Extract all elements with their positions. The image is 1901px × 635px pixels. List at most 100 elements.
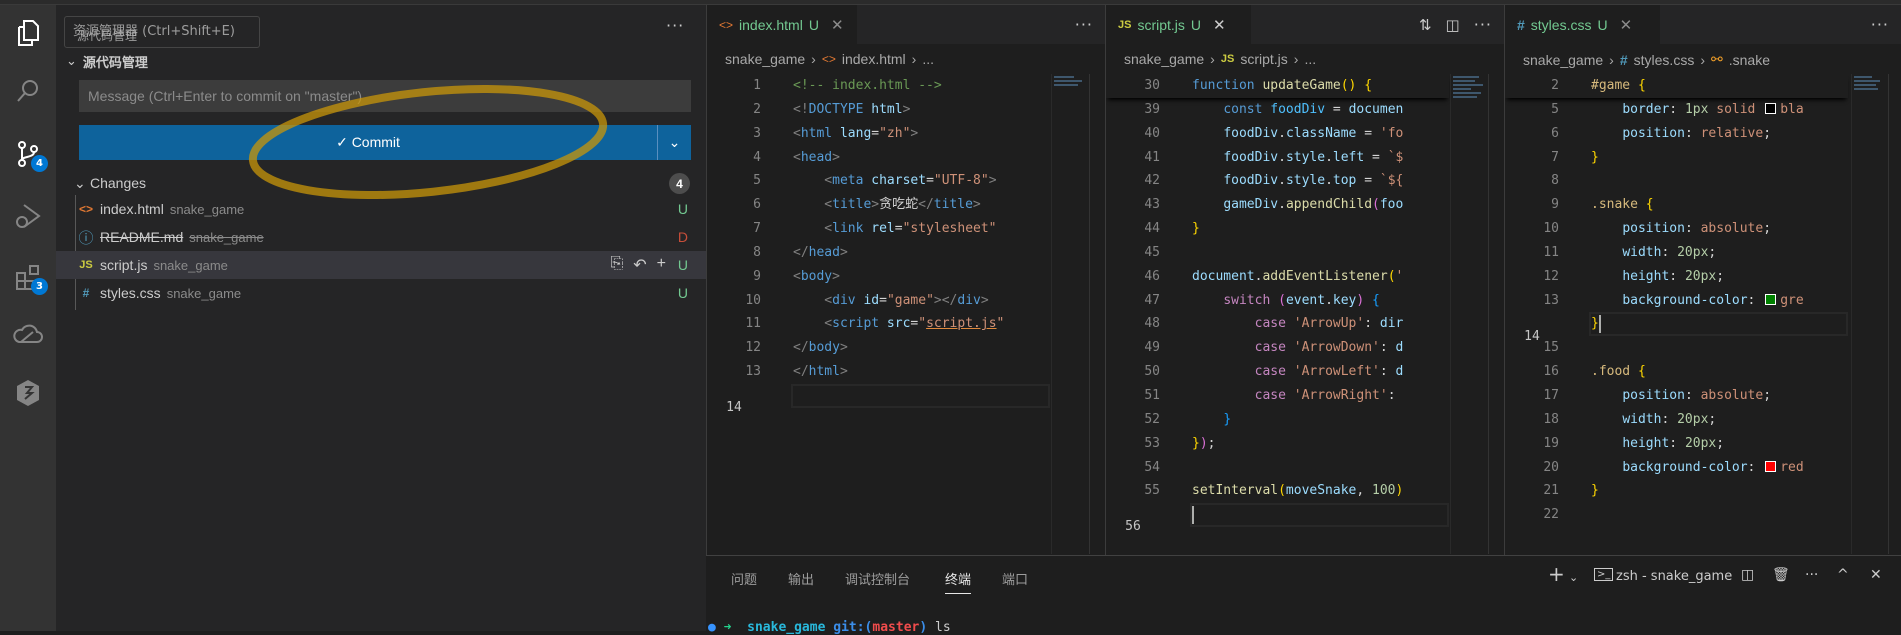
more-actions-icon[interactable]: ··· (666, 16, 684, 35)
code-line[interactable]: 56 (1106, 503, 1449, 534)
change-row-index-html[interactable]: <> index.html snake_game U (56, 195, 706, 223)
split-editor-icon[interactable]: ◫ (1446, 16, 1460, 34)
code-line[interactable]: 12 </body> (707, 336, 1050, 360)
activity-run-debug[interactable] (0, 192, 56, 240)
chevron-down-icon[interactable]: ⌄ (1569, 571, 1578, 584)
more-actions-icon[interactable]: ··· (1805, 567, 1818, 583)
code-line[interactable]: 45 (1106, 241, 1449, 265)
code-line[interactable]: 46 document.addEventListener(' (1106, 265, 1449, 289)
crumb-file[interactable]: script.js (1240, 51, 1287, 67)
change-row-styles-css[interactable]: # styles.css snake_game U (56, 279, 706, 307)
code-line[interactable]: 10 position: absolute; (1505, 217, 1848, 241)
code-line[interactable]: 14 (707, 383, 1050, 415)
crumb-symbol[interactable]: ... (922, 51, 934, 67)
sticky-scroll-line[interactable]: 2 #game { (1505, 74, 1848, 98)
code-line[interactable]: 15 (1505, 336, 1848, 360)
code-line[interactable]: 5 border: 1px solid bla (1505, 98, 1848, 122)
tab-script-js[interactable]: JS script.js U ✕ (1106, 5, 1251, 44)
code-line[interactable]: 6 position: relative; (1505, 122, 1848, 146)
crumb-symbol[interactable]: ... (1304, 51, 1316, 67)
terminal-name[interactable]: zsh - snake_game (1616, 569, 1732, 584)
code-line[interactable]: 12 height: 20px; (1505, 265, 1848, 289)
code-line[interactable]: 50 case 'ArrowLeft': d (1106, 360, 1449, 384)
code-line[interactable]: 1 <!-- index.html --> (707, 74, 1050, 98)
code-line[interactable]: 39 const foodDiv = documen (1106, 98, 1449, 122)
code-line[interactable]: 51 case 'ArrowRight': (1106, 384, 1449, 408)
split-terminal-icon[interactable]: ◫ (1741, 567, 1754, 583)
code-line[interactable]: 7 <link rel="stylesheet" (707, 217, 1050, 241)
new-terminal-icon[interactable]: + (1548, 562, 1565, 586)
terminal-line[interactable]: ● ➜ snake_game git:(master) ls (708, 620, 951, 635)
crumb-folder[interactable]: snake_game (1124, 51, 1204, 67)
code-line[interactable]: 47 switch (event.key) { (1106, 289, 1449, 313)
code-line[interactable]: 20 background-color: red (1505, 456, 1848, 480)
code-line[interactable]: 11 <script src="script.js" (707, 312, 1050, 336)
code-line[interactable]: 54 (1106, 456, 1449, 480)
code-line[interactable]: 19 height: 20px; (1505, 432, 1848, 456)
code-line[interactable]: 18 width: 20px; (1505, 408, 1848, 432)
code-line[interactable]: 4 <head> (707, 146, 1050, 170)
minimap[interactable] (1450, 74, 1487, 554)
code-line[interactable]: 42 foodDiv.style.top = `${ (1106, 169, 1449, 193)
vertical-scrollbar[interactable] (1488, 74, 1504, 554)
crumb-symbol[interactable]: .snake (1729, 52, 1770, 68)
code-line[interactable]: 55 setInterval(moveSnake, 100) (1106, 479, 1449, 503)
code-area[interactable]: 30 function updateGame() {39 const foodDi… (1106, 74, 1449, 534)
more-actions-icon[interactable]: ··· (1075, 15, 1093, 34)
commit-button[interactable]: ✓ Commit ⌄ (79, 125, 691, 160)
code-line[interactable]: 16 .food { (1505, 360, 1848, 384)
close-icon[interactable]: ✕ (1213, 16, 1226, 34)
panel-tab-problems[interactable]: 问题 (731, 569, 757, 588)
code-line[interactable]: 43 gameDiv.appendChild(foo (1106, 193, 1449, 217)
crumb-folder[interactable]: snake_game (725, 51, 805, 67)
code-line[interactable]: 3 <html lang="zh"> (707, 122, 1050, 146)
crumb-folder[interactable]: snake_game (1523, 52, 1603, 68)
tab-styles-css[interactable]: # styles.css U ✕ (1505, 5, 1660, 44)
change-row-readme[interactable]: ⓘ README.md snake_game D (56, 223, 706, 251)
activity-source-control[interactable]: 4 (0, 130, 56, 178)
activity-cloud[interactable] (0, 310, 56, 358)
code-line[interactable]: 13 background-color: gre (1505, 289, 1848, 313)
code-line[interactable]: 8 </head> (707, 241, 1050, 265)
code-line[interactable]: 53}); (1106, 432, 1449, 456)
code-line[interactable]: 17 position: absolute; (1505, 384, 1848, 408)
tab-index-html[interactable]: <> index.html U ✕ (707, 5, 857, 44)
change-row-script-js[interactable]: JS script.js snake_game ⎘ ↶ + U (56, 251, 706, 279)
close-icon[interactable]: ✕ (1620, 16, 1633, 34)
code-line[interactable]: 9 <body> (707, 265, 1050, 289)
code-line[interactable]: 52 } (1106, 408, 1449, 432)
panel-tab-debug-console[interactable]: 调试控制台 (845, 569, 910, 588)
changes-group-header[interactable]: ⌄ Changes 4 (56, 171, 706, 195)
trash-icon[interactable]: 🗑 (1772, 567, 1790, 583)
commit-dropdown-button[interactable]: ⌄ (657, 125, 691, 160)
activity-extensions[interactable]: 3 (0, 253, 56, 301)
close-panel-icon[interactable]: ✕ (1870, 567, 1882, 583)
code-line[interactable]: 14} (1505, 312, 1848, 344)
code-area[interactable]: 1 <!-- index.html --> 2 <!DOCTYPE html> 3 <ht… (707, 74, 1050, 415)
maximize-panel-icon[interactable]: ^ (1837, 567, 1849, 583)
code-line[interactable]: 6 <title>贪吃蛇</title> (707, 193, 1050, 217)
vertical-scrollbar[interactable] (1089, 74, 1105, 554)
code-line[interactable]: 48 case 'ArrowUp': dir (1106, 312, 1449, 336)
vertical-scrollbar[interactable] (1888, 74, 1901, 554)
panel-tab-output[interactable]: 输出 (788, 569, 814, 588)
sticky-scroll-line[interactable]: 30 function updateGame() { (1106, 74, 1449, 98)
open-file-icon[interactable]: ⎘ (610, 255, 623, 275)
code-area[interactable]: 2 #game {5 border: 1px solid bla 6 positio… (1505, 74, 1848, 527)
more-actions-icon[interactable]: ··· (1474, 15, 1492, 34)
code-line[interactable]: 7} (1505, 146, 1848, 170)
code-line[interactable]: 13 </html> (707, 360, 1050, 384)
more-actions-icon[interactable]: ··· (1871, 15, 1889, 34)
open-changes-icon[interactable]: ⇅ (1419, 16, 1432, 34)
code-line[interactable]: 41 foodDiv.style.left = `$ (1106, 146, 1449, 170)
crumb-file[interactable]: index.html (842, 51, 906, 67)
code-line[interactable]: 8 (1505, 169, 1848, 193)
code-line[interactable]: 2 <!DOCTYPE html> (707, 98, 1050, 122)
minimap[interactable] (1051, 74, 1088, 554)
activity-explorer[interactable] (0, 9, 56, 57)
section-header[interactable]: ⌄ 源代码管理 (66, 52, 148, 71)
activity-hex-extension[interactable] (0, 369, 56, 417)
commit-message-input[interactable]: Message (Ctrl+Enter to commit on "master… (79, 80, 691, 112)
code-line[interactable]: 40 foodDiv.className = 'fo (1106, 122, 1449, 146)
code-line[interactable]: 9 .snake { (1505, 193, 1848, 217)
